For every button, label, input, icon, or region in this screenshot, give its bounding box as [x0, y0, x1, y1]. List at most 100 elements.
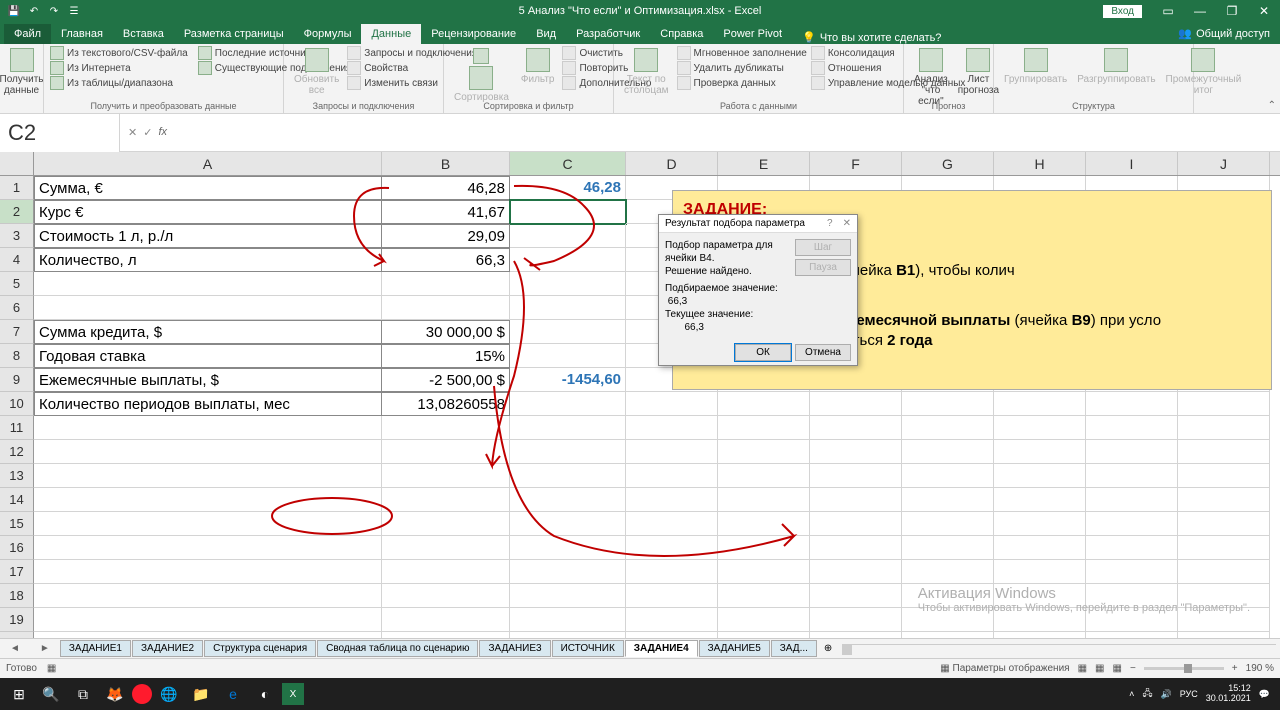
start-button[interactable]: ⊞: [4, 680, 34, 708]
cell-B10[interactable]: 13,08260558: [382, 392, 510, 416]
cell-B17[interactable]: [382, 560, 510, 584]
formula-bar[interactable]: [175, 121, 1280, 145]
from-web-button[interactable]: Из Интернета: [50, 61, 188, 75]
sort-button[interactable]: Сортировка: [450, 46, 513, 105]
cell-J13[interactable]: [1178, 464, 1270, 488]
cell-A10[interactable]: Количество периодов выплаты, мес: [34, 392, 382, 416]
filter-button[interactable]: Фильтр: [517, 46, 559, 87]
cell-C11[interactable]: [510, 416, 626, 440]
cell-E16[interactable]: [718, 536, 810, 560]
cell-B16[interactable]: [382, 536, 510, 560]
tray-volume-icon[interactable]: 🔊: [1160, 689, 1171, 700]
cell-I17[interactable]: [1086, 560, 1178, 584]
cell-D16[interactable]: [626, 536, 718, 560]
worksheet[interactable]: ABCDEFGHIJ 1Сумма, €46,2846,282Курс €41,…: [0, 152, 1280, 638]
cell-C6[interactable]: [510, 296, 626, 320]
row-header-19[interactable]: 19: [0, 608, 34, 632]
cell-A15[interactable]: [34, 512, 382, 536]
cell-B19[interactable]: [382, 608, 510, 632]
remove-dup-button[interactable]: Удалить дубликаты: [677, 61, 807, 75]
cell-B6[interactable]: [382, 296, 510, 320]
cell-A8[interactable]: Годовая ставка: [34, 344, 382, 368]
what-if-button[interactable]: Анализ "что если": [910, 46, 952, 109]
cell-F19[interactable]: [810, 608, 902, 632]
cell-C9[interactable]: -1454,60: [510, 368, 626, 392]
subtotal-button[interactable]: Промежуточный итог: [1162, 46, 1246, 98]
macro-record-icon[interactable]: ▦: [47, 663, 56, 674]
tab-layout[interactable]: Разметка страницы: [174, 24, 294, 44]
login-button[interactable]: Вход: [1103, 5, 1142, 18]
tab-help[interactable]: Справка: [650, 24, 713, 44]
tab-view[interactable]: Вид: [526, 24, 566, 44]
cell-B14[interactable]: [382, 488, 510, 512]
cell-A3[interactable]: Стоимость 1 л, р./л: [34, 224, 382, 248]
cell-C10[interactable]: [510, 392, 626, 416]
text-to-columns-button[interactable]: Текст по столбцам: [620, 46, 673, 98]
col-header-E[interactable]: E: [718, 152, 810, 175]
cell-B8[interactable]: 15%: [382, 344, 510, 368]
cell-G16[interactable]: [902, 536, 994, 560]
zoom-slider[interactable]: [1144, 667, 1224, 670]
cell-H10[interactable]: [994, 392, 1086, 416]
cell-D13[interactable]: [626, 464, 718, 488]
cell-G17[interactable]: [902, 560, 994, 584]
explorer-icon[interactable]: 📁: [186, 680, 216, 708]
cell-C3[interactable]: [510, 224, 626, 248]
edge-icon[interactable]: e: [218, 680, 248, 708]
sheet-nav-prev[interactable]: ◄: [0, 643, 30, 654]
cell-F13[interactable]: [810, 464, 902, 488]
data-validation-button[interactable]: Проверка данных: [677, 76, 807, 90]
cell-G12[interactable]: [902, 440, 994, 464]
search-icon[interactable]: 🔍: [36, 680, 66, 708]
cell-E12[interactable]: [718, 440, 810, 464]
cell-A20[interactable]: [34, 632, 382, 638]
row-header-18[interactable]: 18: [0, 584, 34, 608]
cell-J17[interactable]: [1178, 560, 1270, 584]
from-table-button[interactable]: Из таблицы/диапазона: [50, 76, 188, 90]
cell-C4[interactable]: [510, 248, 626, 272]
tray-chevron-icon[interactable]: ˄: [1129, 689, 1134, 699]
pause-button[interactable]: Пауза: [795, 259, 851, 276]
maximize-button[interactable]: ❐: [1216, 0, 1248, 22]
cell-E20[interactable]: [718, 632, 810, 638]
tray-network-icon[interactable]: 🖧: [1142, 686, 1152, 702]
cell-A19[interactable]: [34, 608, 382, 632]
cell-G13[interactable]: [902, 464, 994, 488]
refresh-all-button[interactable]: Обновить все: [290, 46, 343, 98]
cell-G15[interactable]: [902, 512, 994, 536]
cell-B5[interactable]: [382, 272, 510, 296]
view-normal-icon[interactable]: ▦: [1078, 663, 1087, 674]
cell-D20[interactable]: [626, 632, 718, 638]
cell-I15[interactable]: [1086, 512, 1178, 536]
cell-A2[interactable]: Курс €: [34, 200, 382, 224]
row-header-17[interactable]: 17: [0, 560, 34, 584]
cell-C1[interactable]: 46,28: [510, 176, 626, 200]
cell-A7[interactable]: Сумма кредита, $: [34, 320, 382, 344]
cell-A13[interactable]: [34, 464, 382, 488]
row-header-7[interactable]: 7: [0, 320, 34, 344]
cell-H15[interactable]: [994, 512, 1086, 536]
cell-C5[interactable]: [510, 272, 626, 296]
accept-formula-icon[interactable]: ✓: [143, 126, 152, 139]
cell-C18[interactable]: [510, 584, 626, 608]
opera-icon[interactable]: [132, 684, 152, 704]
cell-F15[interactable]: [810, 512, 902, 536]
cell-C7[interactable]: [510, 320, 626, 344]
ok-button[interactable]: ОК: [735, 344, 791, 361]
cell-D11[interactable]: [626, 416, 718, 440]
sheet-tab[interactable]: ЗАДАНИЕ2: [132, 640, 203, 657]
row-header-2[interactable]: 2: [0, 200, 34, 224]
from-csv-button[interactable]: Из текстового/CSV-файла: [50, 46, 188, 60]
cell-D17[interactable]: [626, 560, 718, 584]
col-header-B[interactable]: B: [382, 152, 510, 175]
cell-D19[interactable]: [626, 608, 718, 632]
tell-me[interactable]: 💡Что вы хотите сделать?: [802, 31, 941, 44]
cell-F16[interactable]: [810, 536, 902, 560]
cell-B12[interactable]: [382, 440, 510, 464]
tab-developer[interactable]: Разработчик: [566, 24, 650, 44]
view-layout-icon[interactable]: ▦: [1095, 663, 1104, 674]
cell-J15[interactable]: [1178, 512, 1270, 536]
cell-D10[interactable]: [626, 392, 718, 416]
cell-I16[interactable]: [1086, 536, 1178, 560]
display-settings-button[interactable]: ▦ Параметры отображения: [940, 663, 1069, 674]
